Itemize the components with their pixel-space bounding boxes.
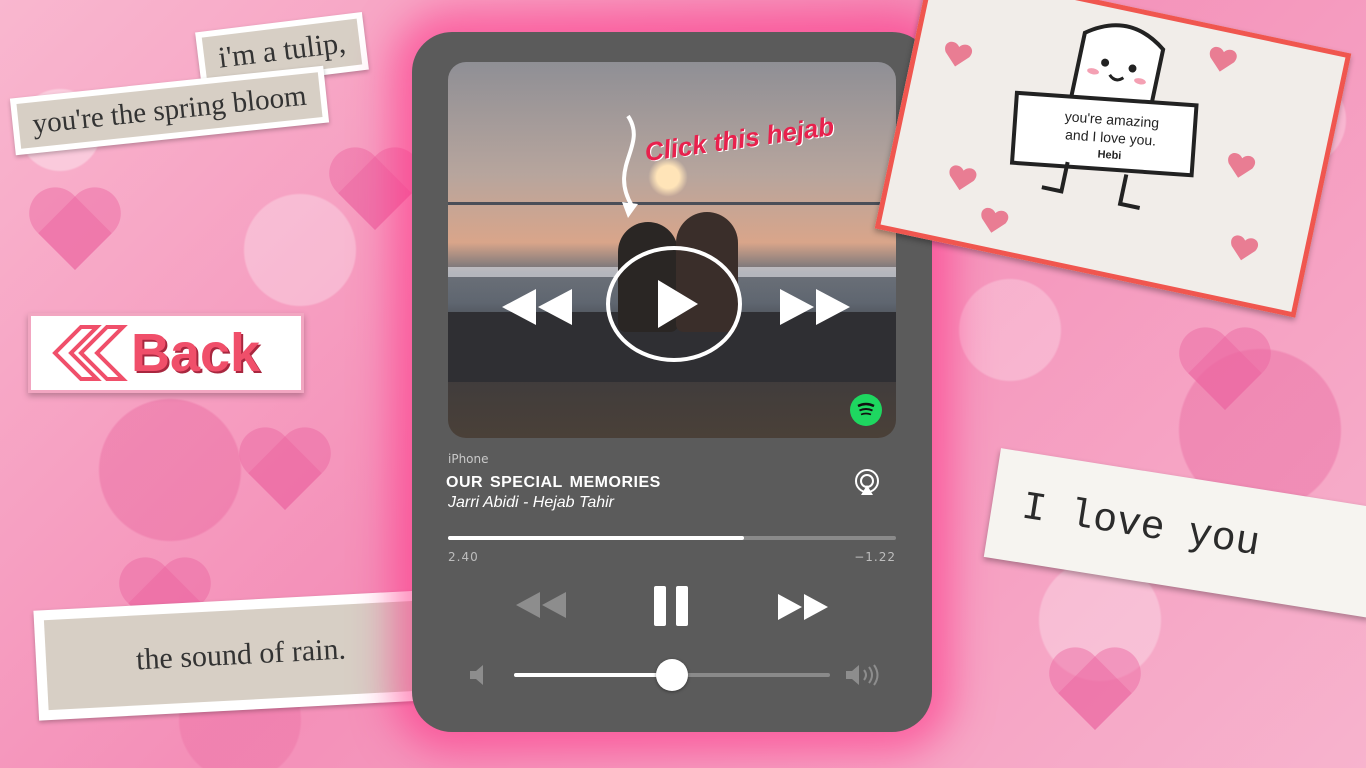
back-button[interactable]: Back: [28, 313, 304, 393]
pause-button[interactable]: [652, 586, 692, 630]
volume-low-icon: [468, 664, 494, 690]
overlay-fast-forward-button[interactable]: [778, 287, 854, 331]
progress-fill: [448, 536, 744, 540]
heart-decoration: [240, 430, 330, 510]
previous-track-button[interactable]: [514, 590, 568, 624]
quote-text: the sound of rain.: [43, 599, 439, 711]
volume-slider[interactable]: [514, 659, 830, 691]
spotify-icon[interactable]: [850, 394, 882, 426]
heart-decoration: [1180, 330, 1270, 410]
volume-high-icon: [844, 664, 882, 690]
quote-text: I love you: [1018, 484, 1263, 567]
rewind-icon: [516, 592, 566, 618]
song-title: our special memories: [446, 466, 661, 492]
artwork-caption[interactable]: Click this hejab: [643, 111, 836, 168]
airplay-button[interactable]: [852, 468, 882, 502]
overlay-rewind-button[interactable]: [498, 287, 574, 331]
heart-decoration: [330, 150, 420, 230]
pause-icon: [654, 586, 688, 626]
volume-knob[interactable]: [656, 659, 688, 691]
rewind-icon: [502, 289, 572, 325]
spotify-waves-icon: [857, 402, 875, 416]
back-button-label: Back: [131, 323, 261, 383]
elapsed-time: 2.40: [448, 550, 479, 564]
heart-decoration: [30, 190, 120, 270]
fast-forward-icon: [778, 594, 828, 620]
heart-decoration: [1050, 650, 1140, 730]
song-artist: Jarri Abidi - Hejab Tahir: [448, 494, 614, 511]
play-icon: [658, 280, 698, 328]
volume-fill: [514, 673, 672, 677]
album-artwork[interactable]: Click this hejab: [448, 62, 896, 438]
output-device-label: iPhone: [448, 452, 489, 466]
airplay-icon: [855, 469, 879, 495]
progress-bar[interactable]: [448, 536, 896, 540]
fast-forward-icon: [780, 289, 850, 325]
horizon: [448, 202, 896, 205]
quote-strip-rain: the sound of rain.: [33, 589, 449, 721]
remaining-time: −1.22: [854, 550, 896, 564]
double-chevron-left-icon: [52, 325, 128, 381]
overlay-play-button[interactable]: [606, 246, 742, 362]
next-track-button[interactable]: [776, 592, 830, 626]
music-player-card: Click this hejab iPhone our special memo…: [412, 32, 932, 732]
